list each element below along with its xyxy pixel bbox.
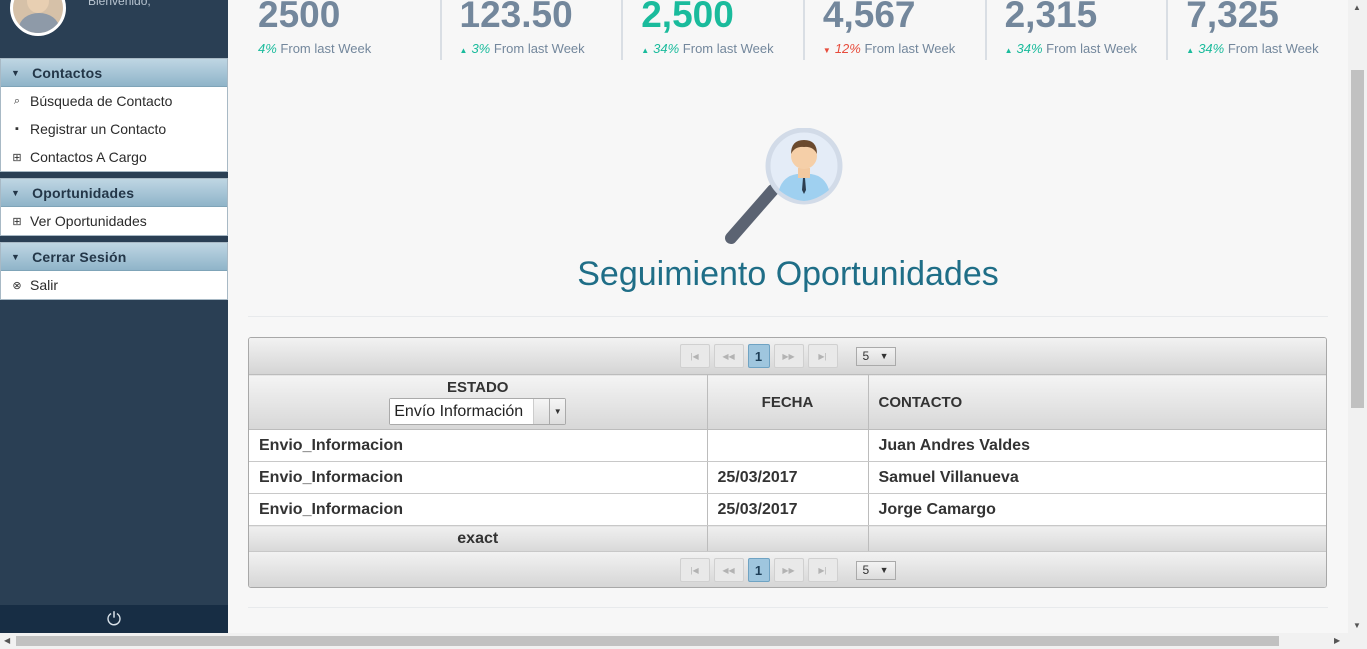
page-title: Seguimiento Oportunidades: [577, 255, 999, 293]
chevron-down-icon: ▼: [879, 351, 889, 361]
triangle-up-icon: ▲: [1186, 46, 1195, 55]
menu-oportunidades: ▼ Oportunidades ⊞ Ver Oportunidades: [0, 178, 228, 236]
stat-change: ▲ 34% From last Week: [641, 41, 774, 56]
magnifier-person-icon: [725, 128, 843, 244]
stat-value: 7,325: [1186, 0, 1279, 35]
last-page-button[interactable]: ▶|: [807, 344, 838, 368]
stat-tile: 123.50 ▲ 3% From last Week: [439, 0, 622, 60]
chevron-down-icon: ▼: [549, 399, 566, 424]
menu-cerrar-sesion: ▼ Cerrar Sesión ⊗ Salir: [0, 242, 228, 300]
scroll-down-icon[interactable]: ▼: [1353, 621, 1361, 630]
first-page-button[interactable]: |◀: [679, 344, 710, 368]
cell-estado: Envio_Informacion: [249, 461, 707, 494]
table-row[interactable]: Envio_Informacion 25/03/2017 Samuel Vill…: [249, 461, 1326, 494]
grid-icon: ⊞: [12, 151, 22, 164]
scroll-thumb[interactable]: [1351, 70, 1364, 408]
power-icon: ⏻: [106, 608, 122, 629]
page-button[interactable]: 1: [747, 344, 770, 368]
close-circle-icon: ⊗: [12, 279, 22, 292]
stat-change: ▲ 34% From last Week: [1186, 41, 1319, 56]
main-content: 2500 4% From last Week 123.50 ▲ 3% From l…: [228, 0, 1348, 633]
chevron-down-icon: ▼: [11, 251, 21, 262]
footer-cell: exact: [249, 525, 707, 552]
avatar[interactable]: [10, 0, 66, 36]
stat-tile: 2500 4% From last Week: [258, 0, 440, 60]
menu-header-contactos[interactable]: ▼ Contactos: [1, 59, 227, 87]
cell-contacto: Jorge Camargo: [867, 493, 1326, 526]
cell-fecha: [706, 429, 868, 462]
menu-contactos: ▼ Contactos ⌕ Búsqueda de Contacto ▪ Reg…: [0, 58, 228, 172]
stat-change: 4% From last Week: [258, 41, 372, 56]
stat-change: ▼ 12% From last Week: [822, 41, 956, 56]
menu-item-ver-oportunidades[interactable]: ⊞ Ver Oportunidades: [1, 207, 227, 235]
first-page-button[interactable]: |◀: [679, 558, 710, 582]
stat-value: 123.50: [459, 0, 573, 35]
prev-page-button[interactable]: ◀◀: [713, 558, 744, 582]
rows-per-page-select[interactable]: 5 ▼: [855, 346, 896, 366]
horizontal-scrollbar[interactable]: ◀ ▶: [0, 633, 1367, 649]
scroll-left-icon[interactable]: ◀: [4, 636, 10, 645]
menu-item-contactos-a-cargo[interactable]: ⊞ Contactos A Cargo: [1, 143, 227, 171]
page-button[interactable]: 1: [747, 558, 770, 582]
sidebar: Bienvenido, ▼ Contactos ⌕ Búsqueda de Co…: [0, 0, 228, 633]
triangle-down-icon: ▼: [822, 46, 831, 55]
cell-fecha: 25/03/2017: [706, 461, 868, 494]
table-footer-row: exact: [249, 525, 1326, 552]
triangle-up-icon: ▲: [641, 46, 650, 55]
save-icon: ▪: [15, 123, 19, 135]
scroll-thumb[interactable]: [16, 636, 1279, 646]
stat-value: 2,500: [641, 0, 734, 35]
cell-contacto: Juan Andres Valdes: [867, 429, 1326, 462]
scroll-right-icon[interactable]: ▶: [1334, 636, 1340, 645]
column-header-fecha[interactable]: FECHA: [706, 374, 868, 430]
triangle-up-icon: ▲: [1004, 46, 1013, 55]
stats-row: 2500 4% From last Week 123.50 ▲ 3% From l…: [258, 0, 1348, 60]
power-button[interactable]: ⏻: [0, 605, 228, 633]
table-row[interactable]: Envio_Informacion Juan Andres Valdes: [249, 429, 1326, 462]
divider: [248, 316, 1328, 317]
vertical-scrollbar[interactable]: ▲ ▼: [1348, 0, 1367, 633]
stat-tile: 2,500 ▲ 34% From last Week: [621, 0, 803, 60]
pager-bottom: |◀ ◀◀ 1 ▶▶ ▶| 5 ▼: [249, 552, 1326, 587]
search-icon: ⌕: [13, 94, 21, 107]
column-header-contacto[interactable]: CONTACTO: [867, 374, 1326, 430]
scroll-up-icon[interactable]: ▲: [1353, 3, 1361, 12]
welcome-text: Bienvenido,: [88, 0, 151, 8]
cell-contacto: Samuel Villanueva: [867, 461, 1326, 494]
table-row[interactable]: Envio_Informacion 25/03/2017 Jorge Camar…: [249, 493, 1326, 526]
cell-estado: Envio_Informacion: [249, 429, 707, 462]
last-page-button[interactable]: ▶|: [807, 558, 838, 582]
stat-tile: 7,325 ▲ 34% From last Week: [1166, 0, 1348, 60]
menu-header-oportunidades[interactable]: ▼ Oportunidades: [1, 179, 227, 207]
menu-item-busqueda-contacto[interactable]: ⌕ Búsqueda de Contacto: [1, 87, 227, 115]
triangle-up-icon: ▲: [459, 46, 468, 55]
stat-tile: 2,315 ▲ 34% From last Week: [984, 0, 1167, 60]
menu-item-salir[interactable]: ⊗ Salir: [1, 271, 227, 299]
next-page-button[interactable]: ▶▶: [773, 558, 804, 582]
prev-page-button[interactable]: ◀◀: [713, 344, 744, 368]
stat-change: ▲ 34% From last Week: [1004, 41, 1137, 56]
chevron-down-icon: ▼: [879, 565, 889, 575]
pager-top: |◀ ◀◀ 1 ▶▶ ▶| 5 ▼: [249, 338, 1326, 374]
grid-icon: ⊞: [12, 215, 22, 228]
stat-tile: 4,567 ▼ 12% From last Week: [802, 0, 985, 60]
stat-value: 2500: [258, 0, 341, 35]
column-header-estado[interactable]: ESTADO Envío Información ▼: [249, 374, 707, 430]
chevron-down-icon: ▼: [11, 187, 21, 198]
next-page-button[interactable]: ▶▶: [773, 344, 804, 368]
estado-filter-select[interactable]: Envío Información ▼: [389, 398, 567, 425]
menu-header-cerrar-sesion[interactable]: ▼ Cerrar Sesión: [1, 243, 227, 271]
menu-item-registrar-contacto[interactable]: ▪ Registrar un Contacto: [1, 115, 227, 143]
divider: [248, 607, 1328, 608]
opportunities-table: |◀ ◀◀ 1 ▶▶ ▶| 5 ▼ ESTADO Envío Informació…: [248, 337, 1327, 588]
stat-change: ▲ 3% From last Week: [459, 41, 585, 56]
rows-per-page-select[interactable]: 5 ▼: [855, 560, 896, 580]
chevron-down-icon: ▼: [11, 67, 21, 78]
cell-fecha: 25/03/2017: [706, 493, 868, 526]
stat-value: 4,567: [822, 0, 916, 35]
stat-value: 2,315: [1004, 0, 1098, 35]
cell-estado: Envio_Informacion: [249, 493, 707, 526]
